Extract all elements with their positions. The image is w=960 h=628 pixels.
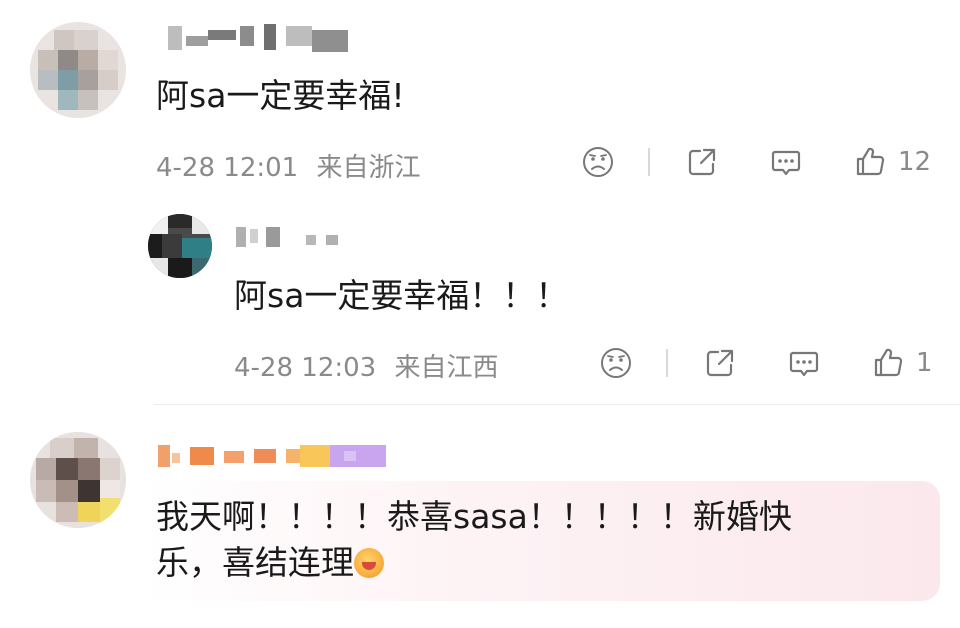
share-icon[interactable] — [702, 345, 738, 381]
username-blurred[interactable] — [158, 441, 388, 475]
comment-text-line: 乐，喜结连理 — [156, 543, 354, 582]
comment-thread: 阿sa一定要幸福! 4-28 12:01 来自浙江 12 阿sa一定要幸福！！！… — [0, 0, 960, 628]
like-count: 1 — [916, 348, 933, 378]
like-count: 12 — [898, 147, 932, 177]
divider — [648, 148, 650, 176]
comment-text: 阿sa一定要幸福! — [156, 76, 405, 115]
location: 来自江西 — [394, 353, 499, 383]
reply-meta: 4-28 12:03 来自江西 — [234, 347, 498, 384]
username-blurred[interactable] — [236, 225, 356, 255]
comment-text-line: 我天啊！！！！恭喜sasa！！！！！新婚快 — [156, 497, 792, 536]
reply-text: 阿sa一定要幸福！！！ — [234, 276, 569, 315]
comment-text-line-2: 乐，喜结连理 — [156, 540, 792, 586]
comment-text: 我天啊！！！！恭喜sasa！！！！！新婚快 乐，喜结连理 — [156, 494, 792, 586]
username-blurred[interactable] — [168, 22, 368, 58]
sad-face-icon[interactable] — [580, 144, 616, 180]
comment-bubble-icon[interactable] — [786, 345, 822, 381]
location: 来自浙江 — [316, 153, 421, 183]
avatar[interactable] — [148, 214, 212, 278]
section-divider — [154, 404, 960, 405]
reply-actions: 1 — [598, 345, 933, 381]
avatar[interactable] — [30, 432, 126, 528]
comment-bubble-icon[interactable] — [768, 144, 804, 180]
thumbs-up-icon[interactable] — [852, 144, 888, 180]
comment-actions: 12 — [580, 144, 931, 180]
sad-face-icon[interactable] — [598, 345, 634, 381]
thumbs-up-icon[interactable] — [870, 345, 906, 381]
avatar[interactable] — [30, 22, 126, 118]
comment-meta: 4-28 12:01 来自浙江 — [156, 147, 420, 184]
timestamp: 4-28 12:01 — [156, 153, 299, 183]
blush-emoji-icon — [354, 548, 384, 578]
timestamp: 4-28 12:03 — [234, 353, 377, 383]
share-icon[interactable] — [684, 144, 720, 180]
divider — [666, 349, 668, 377]
